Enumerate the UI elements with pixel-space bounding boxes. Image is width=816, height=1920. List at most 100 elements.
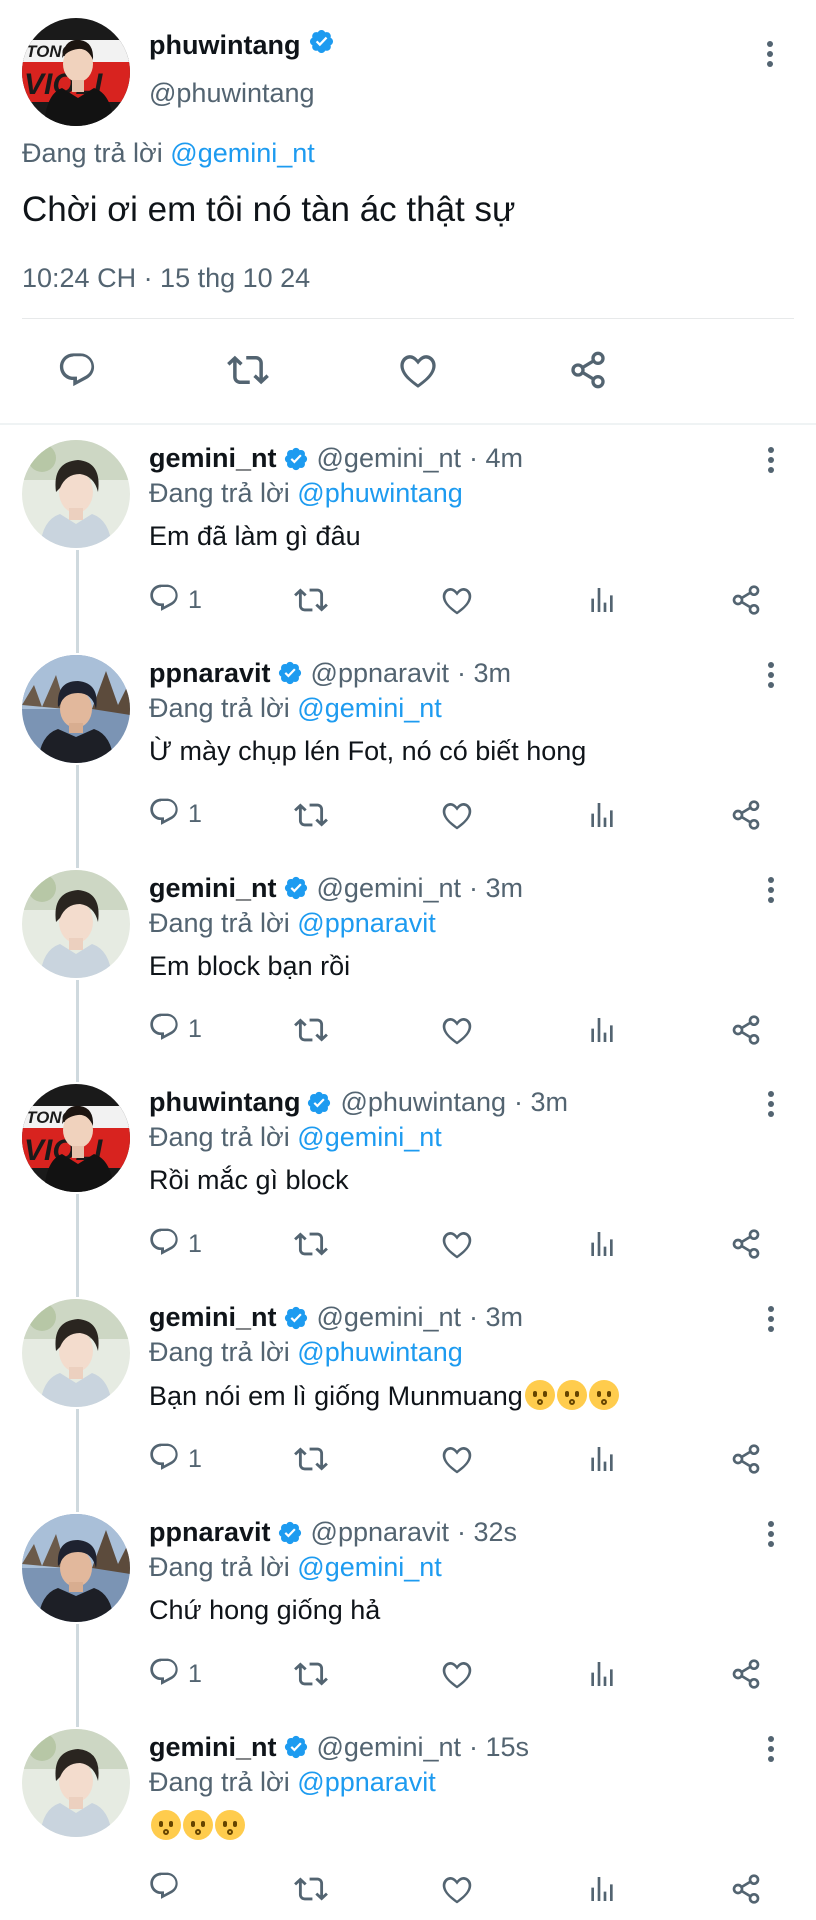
reply-button[interactable]: 1 [148,1654,202,1694]
mention-link[interactable]: @gemini_nt [297,1122,441,1152]
author-handle[interactable]: @gemini_nt [317,1302,461,1333]
views-icon[interactable] [586,1439,618,1479]
reply-icon[interactable] [52,345,102,395]
reply-button[interactable]: 1 [148,795,202,835]
reply-button[interactable] [148,1869,188,1909]
reply-tweet[interactable]: gemini_nt @gemini_nt · 3m Đang trả lời @… [0,860,816,1083]
mention-link[interactable]: @phuwintang [297,478,463,508]
avatar[interactable] [22,1729,130,1837]
share-icon[interactable] [730,1010,762,1050]
author-name[interactable]: phuwintang [149,1087,300,1118]
reply-time[interactable]: · 3m [457,658,511,689]
reply-button[interactable]: 1 [148,1010,202,1050]
mention-link[interactable]: @phuwintang [297,1337,463,1367]
avatar[interactable] [22,1514,130,1622]
mention-link[interactable]: @gemini_nt [297,1552,441,1582]
author-name[interactable]: ppnaravit [149,1517,271,1548]
author-handle[interactable]: @gemini_nt [317,873,461,904]
avatar[interactable] [22,440,130,548]
share-icon[interactable] [730,1654,762,1694]
author-handle[interactable]: @phuwintang [149,78,315,109]
reply-tweet[interactable]: gemini_nt @gemini_nt · 3m Đang trả lời @… [0,1289,816,1512]
more-icon[interactable] [756,872,786,908]
author-handle[interactable]: @phuwintang [340,1087,506,1118]
share-icon[interactable] [730,795,762,835]
reply-tweet[interactable]: phuwintang @phuwintang · 3m Đang trả lời… [0,1074,816,1298]
author-name[interactable]: gemini_nt [149,873,277,904]
mention-link[interactable]: @ppnaravit [297,908,435,938]
like-icon[interactable] [440,1224,474,1264]
share-icon[interactable] [730,1439,762,1479]
reply-tweet[interactable]: ppnaravit @ppnaravit · 3m Đang trả lời @… [0,645,816,868]
tweet-timestamp[interactable]: 10:24 CH · 15 thg 10 24 [22,263,310,294]
author-handle[interactable]: @ppnaravit [311,658,449,689]
views-icon[interactable] [586,1224,618,1264]
more-icon[interactable] [756,1731,786,1767]
replying-to: Đang trả lời @ppnaravit [149,1767,436,1798]
retweet-icon[interactable] [294,580,328,620]
retweet-icon[interactable] [294,1224,328,1264]
views-icon[interactable] [586,1869,618,1909]
author-handle[interactable]: @gemini_nt [317,443,461,474]
avatar[interactable] [22,18,130,126]
share-icon[interactable] [730,1869,762,1909]
reply-text: Ừ mày chụp lén Fot, nó có biết hong [149,736,586,767]
reply-button[interactable]: 1 [148,1439,202,1479]
reply-time[interactable]: · 4m [469,443,523,474]
more-icon[interactable] [756,442,786,478]
author-name[interactable]: gemini_nt [149,1302,277,1333]
avatar[interactable] [22,870,130,978]
reply-time[interactable]: · 3m [514,1087,568,1118]
main-tweet-author[interactable]: phuwintang [149,28,335,62]
like-icon[interactable] [440,1010,474,1050]
views-icon[interactable] [586,795,618,835]
like-icon[interactable] [440,580,474,620]
author-name[interactable]: gemini_nt [149,443,277,474]
more-icon[interactable] [756,1301,786,1337]
mention-link[interactable]: @ppnaravit [297,1767,435,1797]
like-icon[interactable] [440,795,474,835]
reply-tweet[interactable]: ppnaravit @ppnaravit · 32s Đang trả lời … [0,1504,816,1727]
views-icon[interactable] [586,580,618,620]
verified-icon [283,1734,309,1760]
retweet-icon[interactable] [294,1869,328,1909]
avatar[interactable] [22,1299,130,1407]
author-handle[interactable]: @gemini_nt [317,1732,461,1763]
verified-icon [308,28,335,62]
replying-to: Đang trả lời @phuwintang [149,478,463,509]
retweet-icon[interactable] [294,795,328,835]
more-icon[interactable] [756,1086,786,1122]
more-icon[interactable] [754,34,786,74]
views-icon[interactable] [586,1654,618,1694]
retweet-icon[interactable] [294,1654,328,1694]
reply-button[interactable]: 1 [148,580,202,620]
mention-link[interactable]: @gemini_nt [170,138,314,168]
more-icon[interactable] [756,657,786,693]
more-icon[interactable] [756,1516,786,1552]
avatar[interactable] [22,1084,130,1192]
retweet-icon[interactable] [294,1010,328,1050]
like-icon[interactable] [440,1654,474,1694]
reply-time[interactable]: · 15s [469,1732,529,1763]
mention-link[interactable]: @gemini_nt [297,693,441,723]
like-icon[interactable] [440,1869,474,1909]
views-icon[interactable] [586,1010,618,1050]
share-icon[interactable] [730,1224,762,1264]
reply-time[interactable]: · 3m [469,873,523,904]
reply-time[interactable]: · 32s [457,1517,517,1548]
retweet-icon[interactable] [294,1439,328,1479]
reply-button[interactable]: 1 [148,1224,202,1264]
like-icon[interactable] [440,1439,474,1479]
author-name[interactable]: phuwintang [149,30,300,61]
share-icon[interactable] [563,345,613,395]
retweet-icon[interactable] [223,345,273,395]
reply-tweet[interactable]: gemini_nt @gemini_nt · 15s Đang trả lời … [0,1719,816,1920]
author-name[interactable]: ppnaravit [149,658,271,689]
avatar[interactable] [22,655,130,763]
author-handle[interactable]: @ppnaravit [311,1517,449,1548]
reply-tweet[interactable]: gemini_nt @gemini_nt · 4m Đang trả lời @… [0,430,816,653]
like-icon[interactable] [393,345,443,395]
author-name[interactable]: gemini_nt [149,1732,277,1763]
share-icon[interactable] [730,580,762,620]
reply-time[interactable]: · 3m [469,1302,523,1333]
